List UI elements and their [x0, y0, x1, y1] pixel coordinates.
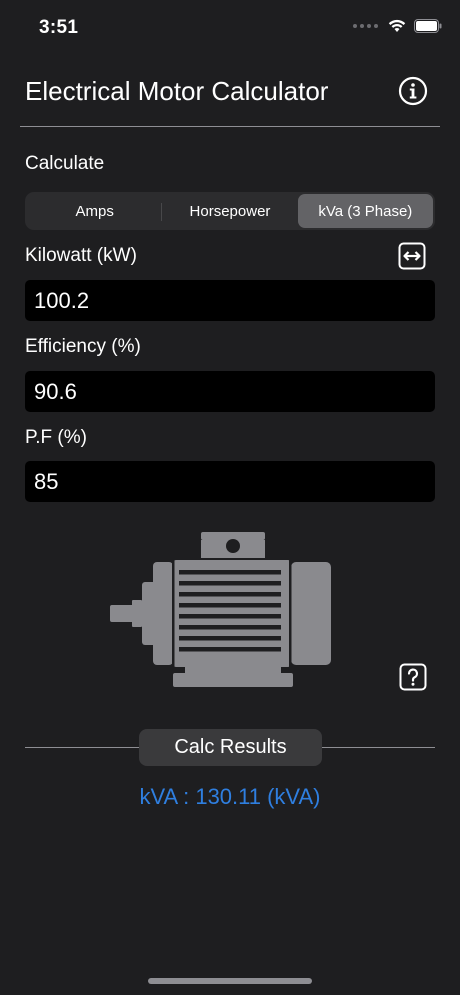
- calculate-segmented-control: Amps Horsepower kVa (3 Phase): [25, 192, 435, 230]
- wifi-icon: [388, 19, 406, 32]
- info-icon[interactable]: [398, 76, 428, 106]
- status-time: 3:51: [39, 17, 79, 38]
- calculate-label: Calculate: [25, 153, 105, 174]
- efficiency-field[interactable]: 90.6: [25, 371, 435, 412]
- segment-amps[interactable]: Amps: [27, 194, 163, 228]
- kilowatt-field[interactable]: 100.2: [25, 280, 435, 321]
- help-icon[interactable]: [399, 663, 427, 691]
- efficiency-label: Efficiency (%): [25, 336, 141, 357]
- electric-motor-icon: [110, 532, 331, 687]
- power-factor-label: P.F (%): [25, 427, 87, 448]
- page-title: Electrical Motor Calculator: [25, 76, 329, 106]
- kilowatt-label: Kilowatt (kW): [25, 245, 137, 266]
- results-divider-left: [25, 747, 139, 748]
- result-value: kVA : 130.11 (kVA): [139, 784, 321, 809]
- power-factor-field[interactable]: 85: [25, 461, 435, 502]
- segment-horsepower[interactable]: Horsepower: [162, 194, 297, 228]
- battery-icon: [414, 19, 442, 33]
- home-indicator[interactable]: [148, 978, 312, 984]
- segment-kva-3-phase[interactable]: kVa (3 Phase): [297, 194, 433, 228]
- swap-units-icon[interactable]: [398, 242, 426, 270]
- cellular-signal-icon: [353, 24, 378, 28]
- header-divider: [20, 126, 440, 127]
- calc-results-header: Calc Results: [139, 729, 322, 766]
- status-icons: [353, 19, 442, 33]
- app-screen: 3:51 Electrical Motor Calculator Calcula…: [0, 0, 460, 995]
- results-divider-right: [322, 747, 435, 748]
